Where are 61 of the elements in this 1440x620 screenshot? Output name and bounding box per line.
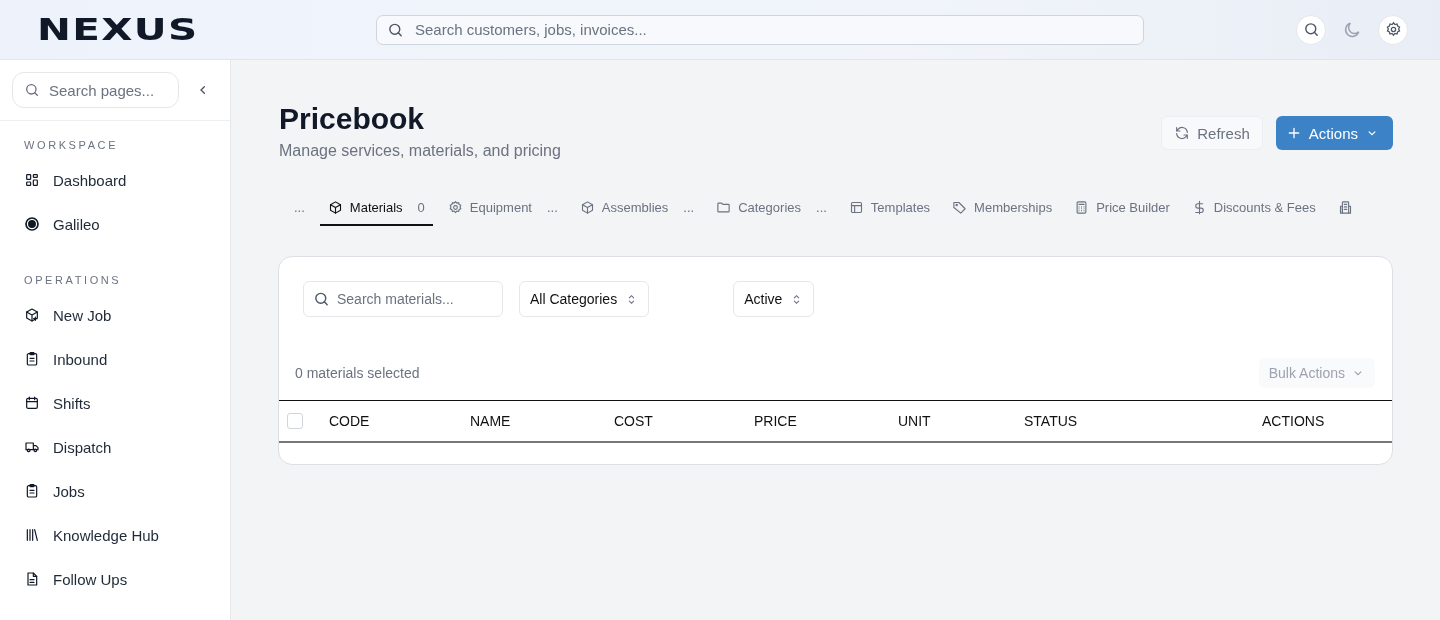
page-title: Pricebook	[279, 102, 426, 136]
truck-icon	[24, 439, 40, 455]
nav-item[interactable]: Follow Ups	[0, 557, 230, 601]
select-all-checkbox[interactable]	[287, 413, 303, 429]
grid-icon	[24, 172, 40, 188]
category-select[interactable]: All Categories	[519, 281, 650, 317]
layout-icon	[848, 199, 864, 215]
building-icon	[1337, 199, 1353, 215]
nav-item[interactable]: New Job	[0, 293, 230, 337]
settings-button[interactable]	[1378, 14, 1408, 45]
box-icon	[327, 199, 343, 215]
box-plus-icon	[24, 307, 40, 323]
page-search-field[interactable]: Search pages...	[12, 72, 179, 108]
tab[interactable]: Assemblies ...	[572, 190, 702, 226]
books-icon	[24, 527, 40, 543]
calculator-icon	[1074, 199, 1090, 215]
nexus-logo[interactable]: NEXUS	[37, 14, 289, 45]
nav-item[interactable]: Shifts	[0, 381, 230, 425]
document-icon	[24, 571, 40, 587]
nav-item[interactable]: Dashboard	[0, 158, 230, 202]
refresh-button[interactable]: Refresh	[1161, 116, 1263, 150]
gear-icon	[1384, 21, 1402, 38]
clipboard-icon	[24, 483, 40, 499]
search-button[interactable]	[1296, 14, 1326, 45]
global-search-field[interactable]: Search customers, jobs, invoices...	[376, 14, 1144, 45]
nav-item[interactable]: Inbound	[0, 337, 230, 381]
calendar-icon	[24, 395, 40, 411]
column-header: ACTIONS	[1262, 413, 1326, 429]
search-icon	[1302, 21, 1320, 38]
tab[interactable]: Equipment ...	[440, 190, 565, 226]
nav-item[interactable]: Knowledge Hub	[0, 513, 230, 557]
status-select[interactable]: Active	[733, 281, 815, 317]
column-header: STATUS	[1024, 413, 1079, 429]
materials-search-field[interactable]: Search materials...	[303, 281, 503, 317]
nav-item[interactable]: Galileo	[0, 202, 230, 246]
tab[interactable]: Memberships	[945, 190, 1060, 226]
gear-icon	[447, 199, 463, 215]
clipboard-icon	[24, 351, 40, 367]
actions-button[interactable]: Actions	[1275, 116, 1393, 150]
nav-item[interactable]: Dispatch	[0, 425, 230, 469]
tab[interactable]: ...	[279, 190, 312, 226]
tab[interactable]: Discounts & Fees	[1184, 190, 1323, 226]
nav-item[interactable]: Jobs	[0, 469, 230, 513]
folder-icon	[716, 199, 732, 215]
column-header: PRICE	[754, 413, 798, 429]
column-header: CODE	[329, 413, 371, 429]
page-subtitle: Manage services, materials, and pricing	[279, 142, 561, 160]
selection-count: 0 materials selected	[295, 365, 420, 381]
tab[interactable]: Price Builder	[1067, 190, 1177, 226]
section-heading: OPERATIONS	[24, 274, 123, 287]
tab[interactable]: Categories ...	[709, 190, 834, 226]
column-header: UNIT	[898, 413, 932, 429]
refresh-icon	[1174, 125, 1191, 141]
section-heading: WORKSPACE	[24, 139, 120, 152]
target-icon	[24, 216, 40, 232]
tab[interactable]: Templates	[841, 190, 938, 226]
column-header: NAME	[470, 413, 512, 429]
column-header: COST	[614, 413, 654, 429]
box-icon	[579, 199, 595, 215]
tag-icon	[952, 199, 968, 215]
tab[interactable]: Materials 0	[319, 190, 433, 226]
